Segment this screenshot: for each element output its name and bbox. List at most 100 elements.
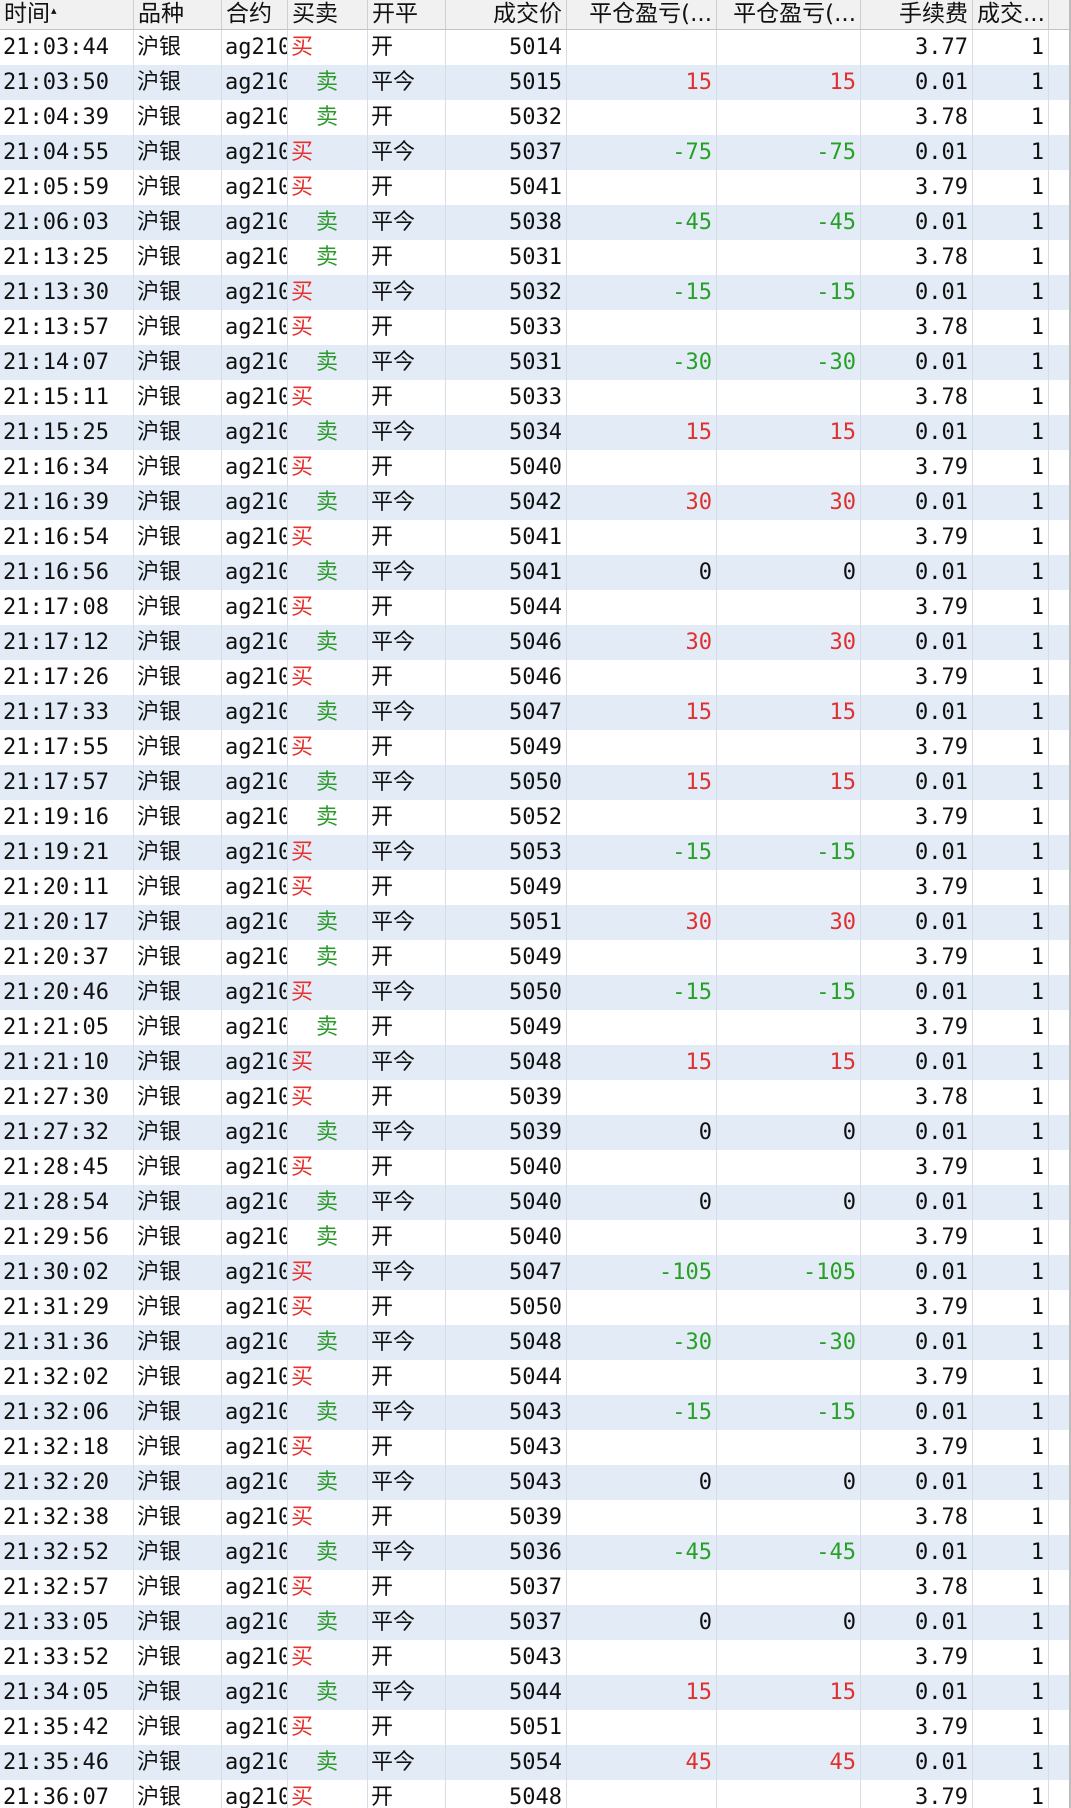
cell-time: 21:32:57 <box>0 1570 134 1605</box>
table-row[interactable]: 21:03:44 沪银 ag210 买开 5014 3.77 1 <box>0 30 1071 65</box>
table-row[interactable]: 21:34:05 沪银 ag210 卖平今 5044 15 15 0.01 1 <box>0 1675 1071 1710</box>
cell-side: 买 <box>288 590 368 625</box>
cell-offset: 开 <box>368 30 446 65</box>
table-row[interactable]: 21:28:45 沪银 ag210 买开 5040 3.79 1 <box>0 1150 1071 1185</box>
table-row[interactable]: 21:06:03 沪银 ag210 卖平今 5038 -45 -45 0.01 1 <box>0 205 1071 240</box>
table-row[interactable]: 21:32:52 沪银 ag210 卖平今 5036 -45 -45 0.01 1 <box>0 1535 1071 1570</box>
header-col-side[interactable]: 买卖 <box>288 0 368 29</box>
table-row[interactable]: 21:19:16 沪银 ag210 卖开 5052 3.79 1 <box>0 800 1071 835</box>
cell-time: 21:14:07 <box>0 345 134 380</box>
cell-offset: 开 <box>368 1220 446 1255</box>
cell-side: 买 <box>288 380 368 415</box>
header-col-pnl-2[interactable]: 平仓盈亏(... <box>717 0 861 29</box>
cell-time: 21:15:25 <box>0 415 134 450</box>
table-row[interactable]: 21:32:06 沪银 ag210 卖平今 5043 -15 -15 0.01 1 <box>0 1395 1071 1430</box>
header-col-product[interactable]: 品种 <box>134 0 222 29</box>
table-row[interactable]: 21:27:32 沪银 ag210 卖平今 5039 0 0 0.01 1 <box>0 1115 1071 1150</box>
table-row[interactable]: 21:36:07 沪银 ag210 买开 5048 3.79 1 <box>0 1780 1071 1808</box>
table-row[interactable]: 21:21:10 沪银 ag210 买平今 5048 15 15 0.01 1 <box>0 1045 1071 1080</box>
table-row[interactable]: 21:19:21 沪银 ag210 买平今 5053 -15 -15 0.01 1 <box>0 835 1071 870</box>
cell-offset: 平今 <box>368 905 446 940</box>
cell-side: 卖 <box>288 1465 368 1500</box>
cell-qty: 1 <box>973 520 1049 555</box>
table-row[interactable]: 21:20:11 沪银 ag210 买开 5049 3.79 1 <box>0 870 1071 905</box>
table-row[interactable]: 21:13:30 沪银 ag210 买平今 5032 -15 -15 0.01 1 <box>0 275 1071 310</box>
cell-qty: 1 <box>973 1360 1049 1395</box>
table-row[interactable]: 21:35:42 沪银 ag210 买开 5051 3.79 1 <box>0 1710 1071 1745</box>
cell-side: 卖 <box>288 1675 368 1710</box>
table-row[interactable]: 21:31:29 沪银 ag210 买开 5050 3.79 1 <box>0 1290 1071 1325</box>
cell-fee: 0.01 <box>861 1605 973 1640</box>
cell-pnl-1 <box>567 30 717 65</box>
cell-contract: ag210 <box>222 1255 288 1290</box>
header-col-time[interactable]: 时间▴ <box>0 0 134 29</box>
cell-qty: 1 <box>973 30 1049 65</box>
table-row[interactable]: 21:28:54 沪银 ag210 卖平今 5040 0 0 0.01 1 <box>0 1185 1071 1220</box>
cell-qty: 1 <box>973 1605 1049 1640</box>
header-col-fee[interactable]: 手续费 <box>861 0 973 29</box>
table-row[interactable]: 21:20:46 沪银 ag210 买平今 5050 -15 -15 0.01 1 <box>0 975 1071 1010</box>
cell-qty: 1 <box>973 65 1049 100</box>
cell-contract: ag210 <box>222 30 288 65</box>
table-row[interactable]: 21:32:57 沪银 ag210 买开 5037 3.78 1 <box>0 1570 1071 1605</box>
table-row[interactable]: 21:17:12 沪银 ag210 卖平今 5046 30 30 0.01 1 <box>0 625 1071 660</box>
cell-fee: 3.79 <box>861 940 973 975</box>
table-row[interactable]: 21:03:50 沪银 ag210 卖平今 5015 15 15 0.01 1 <box>0 65 1071 100</box>
cell-time: 21:17:12 <box>0 625 134 660</box>
table-row[interactable]: 21:17:33 沪银 ag210 卖平今 5047 15 15 0.01 1 <box>0 695 1071 730</box>
table-row[interactable]: 21:32:02 沪银 ag210 买开 5044 3.79 1 <box>0 1360 1071 1395</box>
table-row[interactable]: 21:17:26 沪银 ag210 买开 5046 3.79 1 <box>0 660 1071 695</box>
table-row[interactable]: 21:05:59 沪银 ag210 买开 5041 3.79 1 <box>0 170 1071 205</box>
header-col-price[interactable]: 成交价 <box>446 0 567 29</box>
table-row[interactable]: 21:15:25 沪银 ag210 卖平今 5034 15 15 0.01 1 <box>0 415 1071 450</box>
cell-time: 21:35:46 <box>0 1745 134 1780</box>
table-row[interactable]: 21:27:30 沪银 ag210 买开 5039 3.78 1 <box>0 1080 1071 1115</box>
table-row[interactable]: 21:33:52 沪银 ag210 买开 5043 3.79 1 <box>0 1640 1071 1675</box>
header-col-offset[interactable]: 开平 <box>368 0 446 29</box>
cell-time: 21:30:02 <box>0 1255 134 1290</box>
table-row[interactable]: 21:20:37 沪银 ag210 卖开 5049 3.79 1 <box>0 940 1071 975</box>
table-row[interactable]: 21:35:46 沪银 ag210 卖平今 5054 45 45 0.01 1 <box>0 1745 1071 1780</box>
table-row[interactable]: 21:16:56 沪银 ag210 卖平今 5041 0 0 0.01 1 <box>0 555 1071 590</box>
table-row[interactable]: 21:04:39 沪银 ag210 卖开 5032 3.78 1 <box>0 100 1071 135</box>
header-col-contract[interactable]: 合约 <box>222 0 288 29</box>
cell-price: 5047 <box>446 1255 567 1290</box>
table-row[interactable]: 21:17:08 沪银 ag210 买开 5044 3.79 1 <box>0 590 1071 625</box>
table-row[interactable]: 21:32:20 沪银 ag210 卖平今 5043 0 0 0.01 1 <box>0 1465 1071 1500</box>
header-col-pnl-1[interactable]: 平仓盈亏(... <box>567 0 717 29</box>
table-row[interactable]: 21:20:17 沪银 ag210 卖平今 5051 30 30 0.01 1 <box>0 905 1071 940</box>
cell-contract: ag210 <box>222 1080 288 1115</box>
cell-pnl-1: 15 <box>567 695 717 730</box>
cell-offset: 开 <box>368 1500 446 1535</box>
table-row[interactable]: 21:04:55 沪银 ag210 买平今 5037 -75 -75 0.01 1 <box>0 135 1071 170</box>
table-row[interactable]: 21:32:18 沪银 ag210 买开 5043 3.79 1 <box>0 1430 1071 1465</box>
cell-product: 沪银 <box>134 695 222 730</box>
cell-qty: 1 <box>973 1500 1049 1535</box>
table-row[interactable]: 21:13:57 沪银 ag210 买开 5033 3.78 1 <box>0 310 1071 345</box>
header-col-qty[interactable]: 成交... <box>973 0 1049 29</box>
table-row[interactable]: 21:15:11 沪银 ag210 买开 5033 3.78 1 <box>0 380 1071 415</box>
cell-side: 卖 <box>288 1115 368 1150</box>
cell-product: 沪银 <box>134 205 222 240</box>
table-row[interactable]: 21:17:57 沪银 ag210 卖平今 5050 15 15 0.01 1 <box>0 765 1071 800</box>
table-row[interactable]: 21:33:05 沪银 ag210 卖平今 5037 0 0 0.01 1 <box>0 1605 1071 1640</box>
cell-time: 21:13:57 <box>0 310 134 345</box>
table-row[interactable]: 21:32:38 沪银 ag210 买开 5039 3.78 1 <box>0 1500 1071 1535</box>
cell-price: 5039 <box>446 1500 567 1535</box>
cell-qty: 1 <box>973 1745 1049 1780</box>
cell-contract: ag210 <box>222 975 288 1010</box>
cell-side: 卖 <box>288 1220 368 1255</box>
table-row[interactable]: 21:30:02 沪银 ag210 买平今 5047 -105 -105 0.01 1 <box>0 1255 1071 1290</box>
table-row[interactable]: 21:17:55 沪银 ag210 买开 5049 3.79 1 <box>0 730 1071 765</box>
table-row[interactable]: 21:31:36 沪银 ag210 卖平今 5048 -30 -30 0.01 1 <box>0 1325 1071 1360</box>
table-row[interactable]: 21:14:07 沪银 ag210 卖平今 5031 -30 -30 0.01 1 <box>0 345 1071 380</box>
table-row[interactable]: 21:13:25 沪银 ag210 卖开 5031 3.78 1 <box>0 240 1071 275</box>
table-row[interactable]: 21:21:05 沪银 ag210 卖开 5049 3.79 1 <box>0 1010 1071 1045</box>
table-row[interactable]: 21:16:39 沪银 ag210 卖平今 5042 30 30 0.01 1 <box>0 485 1071 520</box>
cell-side: 买 <box>288 835 368 870</box>
cell-fee: 3.78 <box>861 100 973 135</box>
table-row[interactable]: 21:29:56 沪银 ag210 卖开 5040 3.79 1 <box>0 1220 1071 1255</box>
cell-time: 21:13:25 <box>0 240 134 275</box>
table-row[interactable]: 21:16:34 沪银 ag210 买开 5040 3.79 1 <box>0 450 1071 485</box>
table-row[interactable]: 21:16:54 沪银 ag210 买开 5041 3.79 1 <box>0 520 1071 555</box>
